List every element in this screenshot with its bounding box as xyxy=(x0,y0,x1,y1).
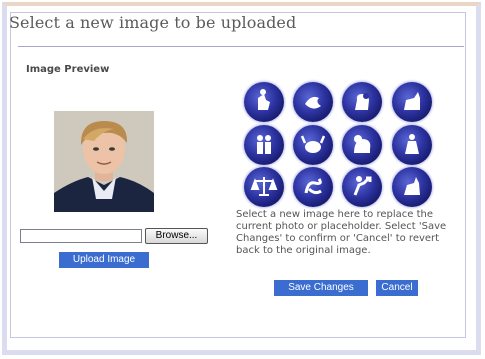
scorpio-icon[interactable] xyxy=(293,167,333,207)
virgo-icon[interactable] xyxy=(392,125,432,165)
sagittarius-icon[interactable] xyxy=(342,167,382,207)
aries-icon[interactable] xyxy=(342,82,382,122)
save-changes-button[interactable]: Save Changes xyxy=(274,280,368,296)
instructions-text: Select a new image here to replace the c… xyxy=(236,209,447,256)
leo-icon[interactable] xyxy=(342,125,382,165)
file-path-input[interactable] xyxy=(20,229,142,243)
image-preview-label: Image Preview xyxy=(26,64,110,75)
capricorn-icon[interactable] xyxy=(392,167,432,207)
taurus-icon[interactable] xyxy=(392,82,432,122)
pisces-icon[interactable] xyxy=(293,82,333,122)
aquarius-icon[interactable] xyxy=(244,82,284,122)
cancer-icon[interactable] xyxy=(293,125,333,165)
dialog-title: Select a new image to be uploaded xyxy=(9,13,297,32)
gemini-icon[interactable] xyxy=(244,125,284,165)
title-divider xyxy=(18,46,464,47)
browse-button[interactable]: Browse... xyxy=(145,228,208,244)
libra-icon[interactable] xyxy=(244,167,284,207)
upload-image-button[interactable]: Upload Image xyxy=(59,252,149,268)
image-preview xyxy=(54,111,154,212)
cancel-button[interactable]: Cancel xyxy=(376,280,418,296)
zodiac-image-grid xyxy=(240,80,440,207)
